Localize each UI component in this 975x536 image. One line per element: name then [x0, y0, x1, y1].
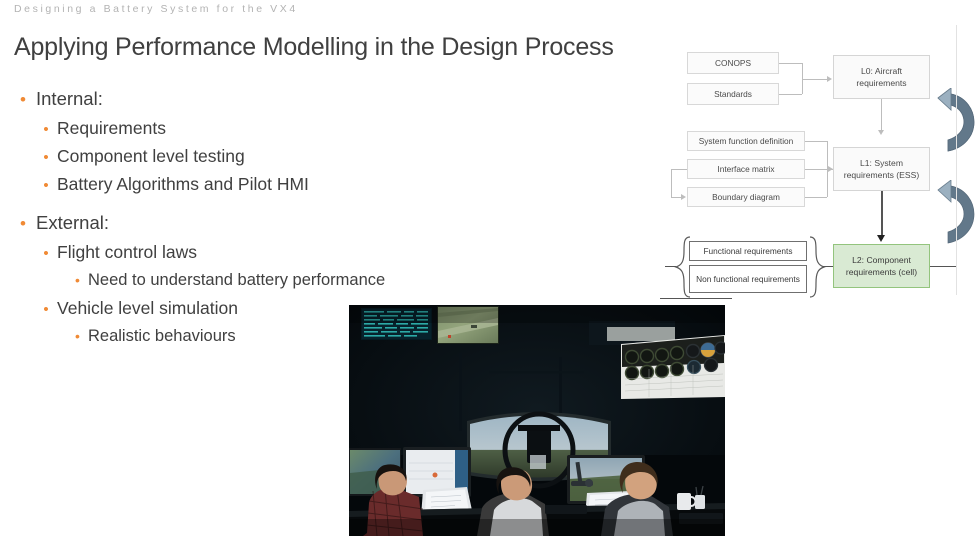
connector-line: [671, 169, 687, 170]
bullet-marker-icon: •: [20, 214, 26, 233]
right-brace-icon: [809, 236, 826, 298]
connector-line: [805, 141, 827, 142]
arrowhead-icon: [877, 130, 884, 135]
diagram-box-conops: CONOPS: [687, 52, 779, 74]
bullet-marker-icon: •: [43, 149, 49, 166]
diagram-bottom-rule: [660, 298, 732, 299]
bullet-marker-icon: •: [43, 177, 49, 194]
diagram-box-non-functional-requirements: Non functional requirements: [689, 265, 807, 293]
list-item: • Internal:: [10, 86, 480, 114]
list-item-label: Internal:: [36, 88, 103, 109]
connector-line: [671, 169, 672, 197]
list-item: • Need to understand battery performance: [10, 268, 480, 294]
bullet-marker-icon: •: [43, 121, 49, 138]
bullet-marker-icon: •: [43, 245, 49, 262]
connector-line: [671, 197, 681, 198]
diagram-box-interface-matrix: Interface matrix: [687, 159, 805, 179]
simulator-control-room-photo: [349, 305, 725, 536]
list-item: • External:: [10, 210, 480, 238]
list-item: • Battery Algorithms and Pilot HMI: [10, 172, 480, 198]
page-title: Applying Performance Modelling in the De…: [14, 33, 614, 61]
arrowhead-icon: [827, 75, 832, 82]
list-item: • Requirements: [10, 116, 480, 142]
requirements-flow-diagram: CONOPS Standards L0: Aircraft requiremen…: [665, 35, 975, 305]
list-item-label: Battery Algorithms and Pilot HMI: [57, 174, 309, 194]
arrowhead-icon: [877, 235, 885, 242]
slide-canvas: Designing a Battery System for the VX4 A…: [0, 0, 975, 536]
list-item-label: Vehicle level simulation: [57, 298, 238, 318]
connector-line: [805, 197, 827, 198]
list-item-label: External:: [36, 212, 110, 233]
connector-line: [823, 266, 833, 267]
connector-line: [881, 99, 882, 131]
left-brace-icon: [674, 236, 691, 298]
bullet-marker-icon: •: [75, 328, 80, 344]
connector-line: [665, 266, 676, 267]
photo-illustration: [349, 305, 725, 536]
list-item-label: Flight control laws: [57, 242, 198, 262]
connector-line: [802, 79, 827, 80]
connector-line: [930, 266, 956, 267]
list-item-label: Requirements: [57, 118, 166, 138]
list-item-label: Component level testing: [57, 146, 245, 166]
list-item: • Component level testing: [10, 144, 480, 170]
diagram-box-functional-requirements: Functional requirements: [689, 241, 807, 261]
bullet-marker-icon: •: [43, 301, 49, 318]
connector-line: [881, 191, 883, 239]
diagram-box-boundary-diagram: Boundary diagram: [687, 187, 805, 207]
connector-line: [779, 94, 802, 95]
connector-line: [779, 63, 802, 64]
diagram-right-rule: [956, 25, 957, 295]
bullet-marker-icon: •: [20, 90, 26, 109]
arrowhead-icon: [681, 193, 686, 200]
diagram-box-l2: L2: Component requirements (cell): [833, 244, 930, 288]
slide-kicker: Designing a Battery System for the VX4: [14, 3, 298, 15]
list-item-label: Realistic behaviours: [88, 327, 236, 345]
bullet-marker-icon: •: [75, 272, 80, 288]
connector-line: [805, 169, 827, 170]
feedback-arrow-upper-icon: [937, 88, 975, 152]
list-item: • Flight control laws: [10, 240, 480, 266]
list-item-label: Need to understand battery performance: [88, 271, 386, 289]
feedback-arrow-lower-icon: [937, 180, 975, 244]
diagram-box-standards: Standards: [687, 83, 779, 105]
diagram-box-system-function-definition: System function definition: [687, 131, 805, 151]
